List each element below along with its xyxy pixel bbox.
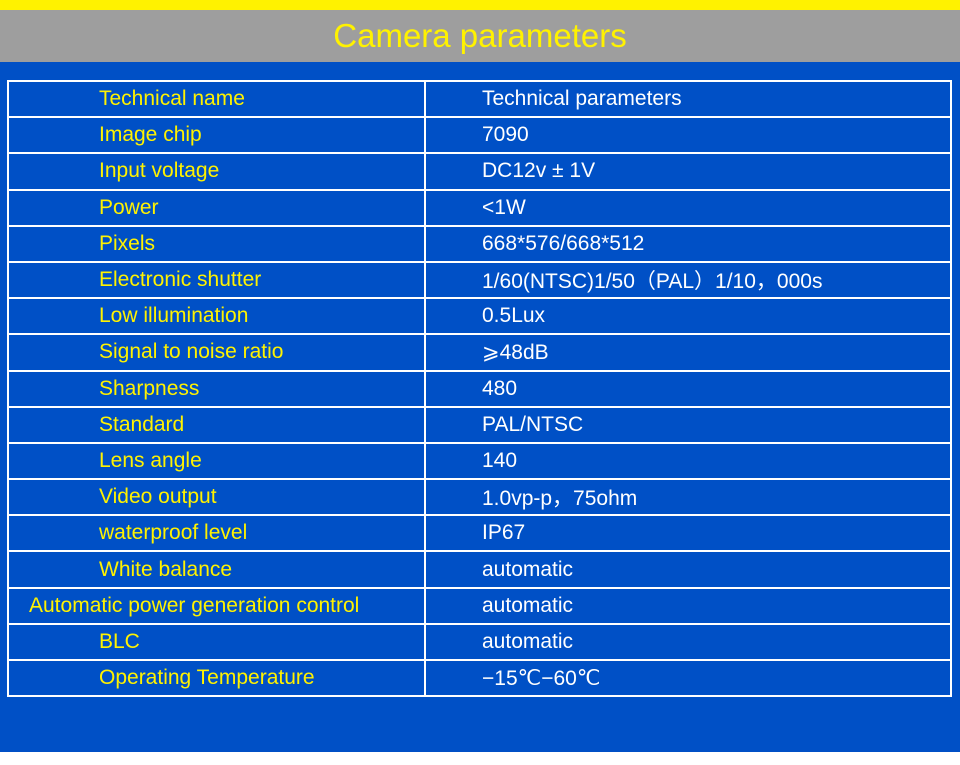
- parameter-name: Video output: [7, 478, 426, 517]
- table-row: Standard PAL/NTSC: [7, 405, 952, 444]
- table-row: Video output 1.0vp-p，75ohm: [7, 478, 952, 517]
- parameter-name: Standard: [7, 405, 426, 444]
- table-row: Image chip 7090: [7, 116, 952, 155]
- parameter-name: Lens angle: [7, 441, 426, 481]
- parameter-name: Sharpness: [7, 369, 426, 408]
- parameter-name: Input voltage: [7, 152, 426, 191]
- parameter-value: 1.0vp-p，75ohm: [424, 478, 952, 517]
- header-name: Technical name: [7, 79, 426, 119]
- table-row: Power <1W: [7, 188, 952, 227]
- title-bar: Camera parameters: [0, 10, 960, 62]
- parameter-name: Image chip: [7, 116, 426, 155]
- parameter-name: Operating Temperature: [7, 658, 426, 698]
- parameter-name: Electronic shutter: [7, 260, 426, 300]
- parameter-name: BLC: [7, 622, 426, 662]
- table-row: BLC automatic: [7, 622, 952, 662]
- table-row: Low illumination 0.5Lux: [7, 297, 952, 336]
- parameter-value: IP67: [424, 514, 952, 553]
- parameter-name: Low illumination: [7, 297, 426, 336]
- parameter-name: Power: [7, 188, 426, 227]
- parameter-value: 0.5Lux: [424, 297, 952, 336]
- parameters-table: Technical name Technical parameters Imag…: [7, 79, 952, 698]
- parameter-value: 480: [424, 369, 952, 408]
- parameters-panel: Technical name Technical parameters Imag…: [0, 62, 960, 752]
- parameter-name: Pixels: [7, 224, 426, 263]
- parameter-name: waterproof level: [7, 514, 426, 553]
- parameter-value: 1/60(NTSC)1/50（PAL）1/10，000s: [424, 260, 952, 300]
- header-value: Technical parameters: [424, 79, 952, 119]
- parameter-value: −15℃−60℃: [424, 658, 952, 698]
- top-accent-bar: [0, 0, 960, 10]
- parameter-value: 140: [424, 441, 952, 481]
- parameter-value: automatic: [424, 622, 952, 662]
- parameter-value: 7090: [424, 116, 952, 155]
- parameter-name: White balance: [7, 550, 426, 589]
- table-row: waterproof level IP67: [7, 514, 952, 553]
- parameter-value: DC12v ± 1V: [424, 152, 952, 191]
- parameter-value: ⩾48dB: [424, 333, 952, 372]
- parameter-value: automatic: [424, 550, 952, 589]
- table-row: Sharpness 480: [7, 369, 952, 408]
- parameter-value: automatic: [424, 586, 952, 625]
- parameter-name: Signal to noise ratio: [7, 333, 426, 372]
- parameter-value: PAL/NTSC: [424, 405, 952, 444]
- parameter-value: <1W: [424, 188, 952, 227]
- table-row: Operating Temperature −15℃−60℃: [7, 658, 952, 698]
- table-row: Pixels 668*576/668*512: [7, 224, 952, 263]
- parameter-value: 668*576/668*512: [424, 224, 952, 263]
- table-row: White balance automatic: [7, 550, 952, 589]
- table-row: Input voltage DC12v ± 1V: [7, 152, 952, 191]
- table-row: Electronic shutter 1/60(NTSC)1/50（PAL）1/1…: [7, 260, 952, 300]
- table-row: Signal to noise ratio ⩾48dB: [7, 333, 952, 372]
- table-row: Automatic power generation control automa…: [7, 586, 952, 625]
- table-header-row: Technical name Technical parameters: [7, 79, 952, 119]
- parameter-name: Automatic power generation control: [7, 586, 426, 625]
- page-title: Camera parameters: [333, 17, 627, 54]
- table-row: Lens angle 140: [7, 441, 952, 481]
